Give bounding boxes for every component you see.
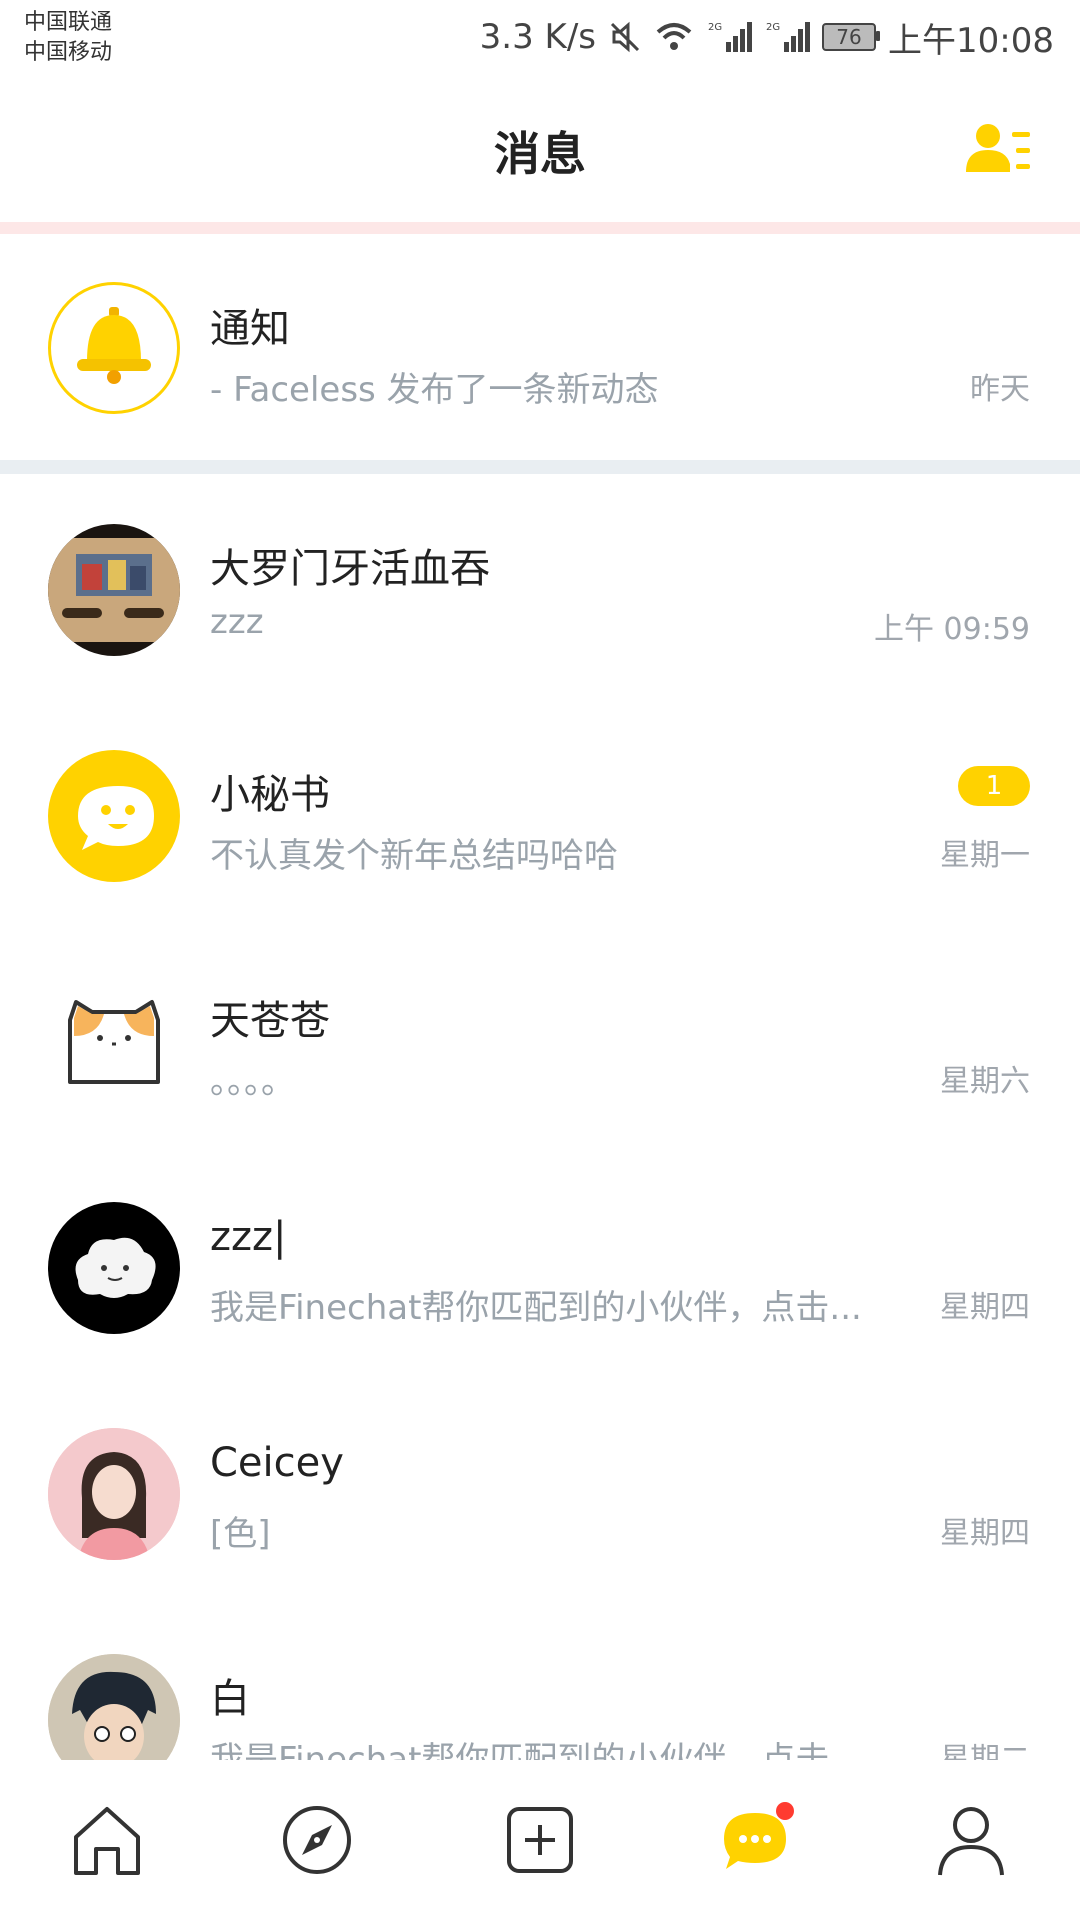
wifi-icon [654, 20, 694, 54]
conversation-name: zzz| [210, 1214, 287, 1260]
carrier-1: 中国联通 [24, 10, 113, 35]
conversation-name: 小秘书 [210, 772, 330, 818]
notification-preview: - Faceless 发布了一条新动态 [210, 370, 659, 410]
bell-avatar [48, 282, 180, 414]
header: 消息 [0, 80, 1080, 220]
conversation-row[interactable]: 大罗门牙活血吞 zzz 上午 09:59 [0, 474, 1080, 700]
conversation-time: 星期一 [940, 838, 1030, 873]
contacts-button[interactable] [966, 120, 1032, 178]
conversation-time: 星期四 [940, 1516, 1030, 1551]
tab-home[interactable] [52, 1790, 162, 1890]
conversation-time: 上午 09:59 [874, 612, 1030, 647]
battery-icon: 76 [822, 23, 881, 51]
tab-discover[interactable] [262, 1790, 372, 1890]
cloud-avatar [48, 1202, 180, 1334]
network-speed: 3.3 K/s [479, 17, 597, 57]
signal-icon-1: 2G [706, 20, 753, 54]
conversation-row[interactable]: 天苍苍 。。。。 星期六 [0, 926, 1080, 1152]
game-poster-avatar [48, 524, 180, 656]
tab-profile[interactable] [916, 1790, 1026, 1890]
section-divider [0, 460, 1080, 474]
conversation-row[interactable]: Ceicey [色] 星期四 [0, 1378, 1080, 1604]
carrier-2: 中国移动 [24, 40, 113, 65]
conversation-row[interactable]: 白 我是Finechat帮你匹配到的小伙伴，点击... 星期二 [0, 1604, 1080, 1764]
home-icon [74, 1807, 140, 1875]
add-icon [507, 1807, 573, 1873]
compass-icon [283, 1806, 351, 1874]
cat-avatar [48, 976, 180, 1108]
tab-add[interactable] [485, 1790, 595, 1890]
page-title: 消息 [494, 127, 586, 181]
conversation-row[interactable]: zzz| 我是Finechat帮你匹配到的小伙伴，点击... 星期四 [0, 1152, 1080, 1378]
chat-bubble-avatar [48, 750, 180, 882]
boy-avatar [48, 1654, 180, 1764]
status-right: 3.3 K/s 2G 2G 76 上午10:08 [480, 12, 1054, 62]
mute-icon [608, 20, 642, 54]
svg-text:2G: 2G [766, 22, 780, 33]
tab-messages[interactable] [700, 1790, 810, 1890]
svg-text:2G: 2G [708, 22, 722, 33]
conversation-preview: 。。。。 [210, 1062, 295, 1102]
status-bar: 中国联通 中国移动 3.3 K/s 2G 2G 76 上午10:08 [0, 0, 1080, 80]
unread-dot [776, 1802, 794, 1820]
carrier-labels: 中国联通 中国移动 [24, 8, 112, 68]
conversation-time: 星期四 [940, 1290, 1030, 1325]
profile-icon [938, 1807, 1004, 1876]
conversation-name: 白 [210, 1676, 250, 1722]
conversation-preview: 我是Finechat帮你匹配到的小伙伴，点击... [210, 1288, 862, 1328]
unread-badge: 1 [958, 766, 1030, 806]
conversation-preview: [色] [210, 1514, 271, 1554]
notification-time: 昨天 [970, 372, 1030, 407]
conversation-preview: zzz [210, 602, 264, 642]
contacts-list-icon [966, 124, 1030, 172]
notification-title: 通知 [210, 306, 290, 352]
clock: 上午10:08 [888, 20, 1054, 61]
bell-icon [77, 307, 151, 384]
girl-avatar [48, 1428, 180, 1560]
conversation-time: 星期六 [940, 1064, 1030, 1099]
signal-icon-2: 2G [764, 20, 811, 54]
conversation-name: 大罗门牙活血吞 [210, 546, 490, 592]
conversation-name: 天苍苍 [210, 998, 330, 1044]
conversation-row[interactable]: 小秘书 1 不认真发个新年总结吗哈哈 星期一 [0, 700, 1080, 926]
bottom-tab-bar [0, 1760, 1080, 1920]
conversation-name: Ceicey [210, 1440, 344, 1486]
conversation-preview: 不认真发个新年总结吗哈哈 [210, 836, 618, 876]
header-divider [0, 222, 1080, 234]
notification-row[interactable]: 通知 - Faceless 发布了一条新动态 昨天 [0, 234, 1080, 460]
